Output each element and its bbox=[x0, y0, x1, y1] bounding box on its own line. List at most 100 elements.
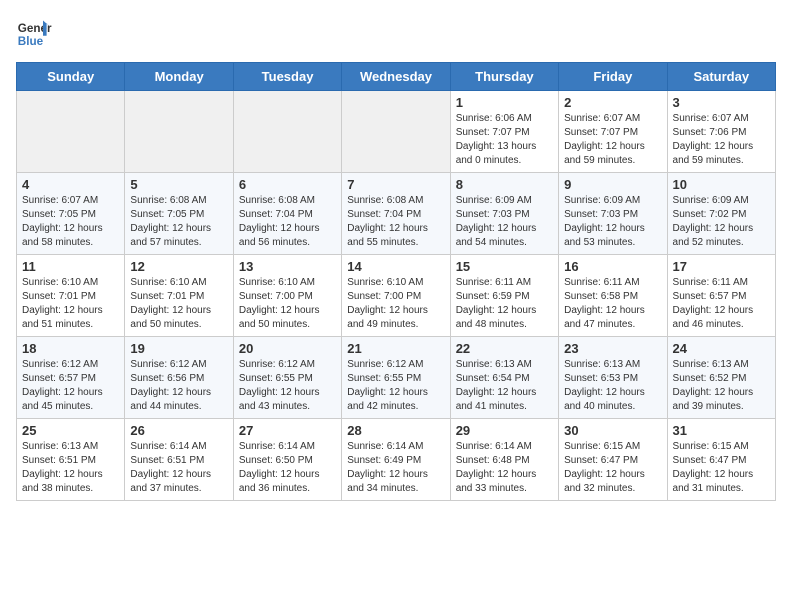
weekday-header-row: SundayMondayTuesdayWednesdayThursdayFrid… bbox=[17, 63, 776, 91]
logo-icon: General Blue bbox=[16, 16, 52, 52]
week-row-5: 25 Sunrise: 6:13 AM Sunset: 6:51 PM Dayli… bbox=[17, 419, 776, 501]
day-cell bbox=[17, 91, 125, 173]
day-cell: 14 Sunrise: 6:10 AM Sunset: 7:00 PM Dayli… bbox=[342, 255, 450, 337]
day-cell: 28 Sunrise: 6:14 AM Sunset: 6:49 PM Dayli… bbox=[342, 419, 450, 501]
day-number: 1 bbox=[456, 95, 553, 110]
day-cell: 5 Sunrise: 6:08 AM Sunset: 7:05 PM Daylig… bbox=[125, 173, 233, 255]
day-cell: 30 Sunrise: 6:15 AM Sunset: 6:47 PM Dayli… bbox=[559, 419, 667, 501]
day-info: Sunrise: 6:14 AM Sunset: 6:48 PM Dayligh… bbox=[456, 440, 553, 496]
day-info: Sunrise: 6:08 AM Sunset: 7:05 PM Dayligh… bbox=[130, 194, 227, 250]
day-cell: 31 Sunrise: 6:15 AM Sunset: 6:47 PM Dayli… bbox=[667, 419, 775, 501]
day-number: 8 bbox=[456, 177, 553, 192]
day-cell: 7 Sunrise: 6:08 AM Sunset: 7:04 PM Daylig… bbox=[342, 173, 450, 255]
day-info: Sunrise: 6:13 AM Sunset: 6:52 PM Dayligh… bbox=[673, 358, 770, 414]
day-info: Sunrise: 6:11 AM Sunset: 6:58 PM Dayligh… bbox=[564, 276, 661, 332]
day-info: Sunrise: 6:10 AM Sunset: 7:00 PM Dayligh… bbox=[347, 276, 444, 332]
day-cell: 19 Sunrise: 6:12 AM Sunset: 6:56 PM Dayli… bbox=[125, 337, 233, 419]
day-cell bbox=[125, 91, 233, 173]
day-info: Sunrise: 6:10 AM Sunset: 7:01 PM Dayligh… bbox=[22, 276, 119, 332]
day-info: Sunrise: 6:15 AM Sunset: 6:47 PM Dayligh… bbox=[564, 440, 661, 496]
day-cell: 24 Sunrise: 6:13 AM Sunset: 6:52 PM Dayli… bbox=[667, 337, 775, 419]
day-number: 24 bbox=[673, 341, 770, 356]
day-info: Sunrise: 6:09 AM Sunset: 7:03 PM Dayligh… bbox=[456, 194, 553, 250]
day-number: 28 bbox=[347, 423, 444, 438]
day-info: Sunrise: 6:11 AM Sunset: 6:57 PM Dayligh… bbox=[673, 276, 770, 332]
day-cell: 21 Sunrise: 6:12 AM Sunset: 6:55 PM Dayli… bbox=[342, 337, 450, 419]
weekday-header-tuesday: Tuesday bbox=[233, 63, 341, 91]
day-number: 2 bbox=[564, 95, 661, 110]
day-info: Sunrise: 6:07 AM Sunset: 7:05 PM Dayligh… bbox=[22, 194, 119, 250]
day-number: 3 bbox=[673, 95, 770, 110]
day-info: Sunrise: 6:15 AM Sunset: 6:47 PM Dayligh… bbox=[673, 440, 770, 496]
weekday-header-thursday: Thursday bbox=[450, 63, 558, 91]
weekday-header-saturday: Saturday bbox=[667, 63, 775, 91]
day-info: Sunrise: 6:11 AM Sunset: 6:59 PM Dayligh… bbox=[456, 276, 553, 332]
day-number: 13 bbox=[239, 259, 336, 274]
day-info: Sunrise: 6:07 AM Sunset: 7:06 PM Dayligh… bbox=[673, 112, 770, 168]
day-info: Sunrise: 6:07 AM Sunset: 7:07 PM Dayligh… bbox=[564, 112, 661, 168]
day-number: 21 bbox=[347, 341, 444, 356]
day-cell: 11Sunrise: 6:10 AM Sunset: 7:01 PM Dayli… bbox=[17, 255, 125, 337]
day-cell: 13 Sunrise: 6:10 AM Sunset: 7:00 PM Dayli… bbox=[233, 255, 341, 337]
day-cell: 29 Sunrise: 6:14 AM Sunset: 6:48 PM Dayli… bbox=[450, 419, 558, 501]
day-info: Sunrise: 6:14 AM Sunset: 6:50 PM Dayligh… bbox=[239, 440, 336, 496]
day-number: 19 bbox=[130, 341, 227, 356]
day-cell: 8 Sunrise: 6:09 AM Sunset: 7:03 PM Daylig… bbox=[450, 173, 558, 255]
day-info: Sunrise: 6:12 AM Sunset: 6:57 PM Dayligh… bbox=[22, 358, 119, 414]
week-row-2: 4 Sunrise: 6:07 AM Sunset: 7:05 PM Daylig… bbox=[17, 173, 776, 255]
day-number: 30 bbox=[564, 423, 661, 438]
day-info: Sunrise: 6:14 AM Sunset: 6:51 PM Dayligh… bbox=[130, 440, 227, 496]
day-number: 7 bbox=[347, 177, 444, 192]
day-number: 4 bbox=[22, 177, 119, 192]
day-cell: 15 Sunrise: 6:11 AM Sunset: 6:59 PM Dayli… bbox=[450, 255, 558, 337]
weekday-header-monday: Monday bbox=[125, 63, 233, 91]
day-number: 12 bbox=[130, 259, 227, 274]
day-cell bbox=[233, 91, 341, 173]
week-row-4: 18 Sunrise: 6:12 AM Sunset: 6:57 PM Dayli… bbox=[17, 337, 776, 419]
day-number: 5 bbox=[130, 177, 227, 192]
day-number: 29 bbox=[456, 423, 553, 438]
day-info: Sunrise: 6:12 AM Sunset: 6:55 PM Dayligh… bbox=[239, 358, 336, 414]
day-cell: 12 Sunrise: 6:10 AM Sunset: 7:01 PM Dayli… bbox=[125, 255, 233, 337]
day-info: Sunrise: 6:10 AM Sunset: 7:01 PM Dayligh… bbox=[130, 276, 227, 332]
day-cell: 3 Sunrise: 6:07 AM Sunset: 7:06 PM Daylig… bbox=[667, 91, 775, 173]
day-cell: 9 Sunrise: 6:09 AM Sunset: 7:03 PM Daylig… bbox=[559, 173, 667, 255]
day-cell bbox=[342, 91, 450, 173]
day-number: 15 bbox=[456, 259, 553, 274]
day-info: Sunrise: 6:12 AM Sunset: 6:55 PM Dayligh… bbox=[347, 358, 444, 414]
day-number: 20 bbox=[239, 341, 336, 356]
day-info: Sunrise: 6:08 AM Sunset: 7:04 PM Dayligh… bbox=[347, 194, 444, 250]
day-cell: 17Sunrise: 6:11 AM Sunset: 6:57 PM Dayli… bbox=[667, 255, 775, 337]
day-cell: 16 Sunrise: 6:11 AM Sunset: 6:58 PM Dayli… bbox=[559, 255, 667, 337]
day-info: Sunrise: 6:08 AM Sunset: 7:04 PM Dayligh… bbox=[239, 194, 336, 250]
day-cell: 27 Sunrise: 6:14 AM Sunset: 6:50 PM Dayli… bbox=[233, 419, 341, 501]
day-number: 16 bbox=[564, 259, 661, 274]
day-number: 26 bbox=[130, 423, 227, 438]
day-cell: 6 Sunrise: 6:08 AM Sunset: 7:04 PM Daylig… bbox=[233, 173, 341, 255]
day-number: 27 bbox=[239, 423, 336, 438]
day-cell: 4 Sunrise: 6:07 AM Sunset: 7:05 PM Daylig… bbox=[17, 173, 125, 255]
day-number: 31 bbox=[673, 423, 770, 438]
day-info: Sunrise: 6:13 AM Sunset: 6:54 PM Dayligh… bbox=[456, 358, 553, 414]
day-number: 10 bbox=[673, 177, 770, 192]
week-row-3: 11Sunrise: 6:10 AM Sunset: 7:01 PM Dayli… bbox=[17, 255, 776, 337]
day-info: Sunrise: 6:13 AM Sunset: 6:53 PM Dayligh… bbox=[564, 358, 661, 414]
day-info: Sunrise: 6:13 AM Sunset: 6:51 PM Dayligh… bbox=[22, 440, 119, 496]
weekday-header-friday: Friday bbox=[559, 63, 667, 91]
day-number: 14 bbox=[347, 259, 444, 274]
day-number: 18 bbox=[22, 341, 119, 356]
svg-text:General: General bbox=[18, 22, 52, 35]
day-cell: 22Sunrise: 6:13 AM Sunset: 6:54 PM Dayli… bbox=[450, 337, 558, 419]
week-row-1: 1 Sunrise: 6:06 AM Sunset: 7:07 PM Daylig… bbox=[17, 91, 776, 173]
day-info: Sunrise: 6:14 AM Sunset: 6:49 PM Dayligh… bbox=[347, 440, 444, 496]
day-number: 9 bbox=[564, 177, 661, 192]
day-info: Sunrise: 6:12 AM Sunset: 6:56 PM Dayligh… bbox=[130, 358, 227, 414]
day-info: Sunrise: 6:09 AM Sunset: 7:03 PM Dayligh… bbox=[564, 194, 661, 250]
day-info: Sunrise: 6:10 AM Sunset: 7:00 PM Dayligh… bbox=[239, 276, 336, 332]
weekday-header-wednesday: Wednesday bbox=[342, 63, 450, 91]
day-number: 6 bbox=[239, 177, 336, 192]
day-info: Sunrise: 6:06 AM Sunset: 7:07 PM Dayligh… bbox=[456, 112, 553, 168]
day-number: 25 bbox=[22, 423, 119, 438]
calendar-table: SundayMondayTuesdayWednesdayThursdayFrid… bbox=[16, 62, 776, 501]
weekday-header-sunday: Sunday bbox=[17, 63, 125, 91]
